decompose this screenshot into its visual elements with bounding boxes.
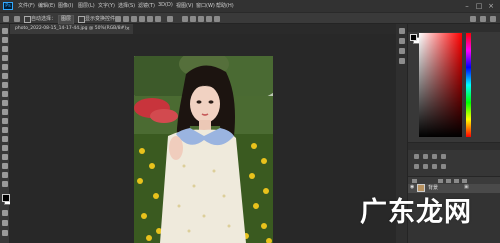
quick-select-tool-icon[interactable] <box>2 55 8 61</box>
layer-name: 背景 <box>428 185 439 191</box>
menu-edit[interactable]: 编辑(E) <box>38 2 55 9</box>
history-panel-icon[interactable] <box>399 28 405 34</box>
healing-brush-tool-icon[interactable] <box>2 91 8 97</box>
document-tab[interactable]: photo_2022-08-15_14-17-44.jpg @ 50%(RGB/… <box>10 24 133 34</box>
align-left-icon[interactable] <box>115 16 121 22</box>
menu-bar: Ps 文件(F) 编辑(E) 图像(I) 图层(L) 文字(Y) 选择(S) 滤… <box>0 0 500 12</box>
history-brush-tool-icon[interactable] <box>2 118 8 124</box>
color-saturation-field[interactable] <box>419 33 462 137</box>
adjustments-panel-header[interactable] <box>408 143 500 150</box>
menu-filter[interactable]: 滤镜(T) <box>138 2 155 9</box>
auto-select-label: 自动选择： <box>31 16 57 22</box>
close-window-button[interactable]: × <box>486 2 496 10</box>
menu-window[interactable]: 窗口(W) <box>196 2 215 9</box>
move-tool-icon[interactable] <box>14 16 20 22</box>
lock-icon[interactable]: ▣ <box>464 184 470 190</box>
exposure-icon[interactable] <box>441 154 446 159</box>
maximize-button[interactable]: □ <box>474 2 484 10</box>
pan-3d-icon[interactable] <box>206 16 212 22</box>
dodge-tool-icon[interactable] <box>2 154 8 160</box>
lasso-tool-icon[interactable] <box>2 46 8 52</box>
properties-panel-icon[interactable] <box>399 38 405 44</box>
options-bar: 自动选择： 图层 显示变换控件 <box>0 12 500 25</box>
brush-panel-icon[interactable] <box>399 48 405 54</box>
menu-3d[interactable]: 3D(D) <box>158 2 173 8</box>
document-tab-bar: photo_2022-08-15_14-17-44.jpg @ 50%(RGB/… <box>10 24 396 34</box>
close-tab-icon[interactable]: × <box>126 24 130 34</box>
quick-mask-icon[interactable] <box>2 210 8 216</box>
character-panel-icon[interactable] <box>399 58 405 64</box>
marquee-tool-icon[interactable] <box>2 37 8 43</box>
pen-tool-icon[interactable] <box>2 163 8 169</box>
menu-image[interactable]: 图像(I) <box>58 2 73 9</box>
roll-3d-icon[interactable] <box>198 16 204 22</box>
menu-view[interactable]: 视图(V) <box>176 2 193 9</box>
clone-stamp-tool-icon[interactable] <box>2 109 8 115</box>
type-tool-icon[interactable] <box>2 172 8 178</box>
app-logo-icon: Ps <box>3 2 13 10</box>
hue-slider[interactable] <box>466 33 471 137</box>
tools-panel <box>0 24 12 243</box>
watermark: 广东龙网 <box>360 197 472 228</box>
eyedropper-tool-icon[interactable] <box>2 82 8 88</box>
align-top-icon[interactable] <box>139 16 145 22</box>
menu-select[interactable]: 选择(S) <box>118 2 135 9</box>
align-right-icon[interactable] <box>131 16 137 22</box>
3d-mode-icon[interactable] <box>182 16 188 22</box>
align-bottom-icon[interactable] <box>155 16 161 22</box>
path-select-tool-icon[interactable] <box>2 181 8 187</box>
layer-thumbnail <box>417 184 425 192</box>
screen-mode-icon[interactable] <box>2 220 8 226</box>
frame-tool-icon[interactable] <box>2 73 8 79</box>
show-transform-checkbox[interactable] <box>78 16 85 23</box>
crop-tool-icon[interactable] <box>2 64 8 70</box>
menu-help[interactable]: 帮助(H) <box>216 2 234 9</box>
levels-icon[interactable] <box>423 154 428 159</box>
eye-icon[interactable]: ◉ <box>410 185 416 190</box>
gradient-tool-icon[interactable] <box>2 136 8 142</box>
home-icon[interactable] <box>3 16 9 22</box>
black-white-icon[interactable] <box>441 164 446 169</box>
menu-layer[interactable]: 图层(L) <box>78 2 95 9</box>
share-icon[interactable] <box>490 16 496 22</box>
curves-icon[interactable] <box>432 154 437 159</box>
document-tab-title: photo_2022-08-15_14-17-44.jpg @ 50%(RGB/… <box>15 26 127 31</box>
adjustments-panel <box>408 142 500 176</box>
search-icon[interactable] <box>470 16 476 22</box>
foreground-color-swatch[interactable] <box>2 194 10 202</box>
menu-file[interactable]: 文件(F) <box>18 2 35 9</box>
auto-select-checkbox[interactable] <box>24 16 31 23</box>
workspace-icon[interactable] <box>480 16 486 22</box>
blur-tool-icon[interactable] <box>2 145 8 151</box>
rotate-3d-icon[interactable] <box>190 16 196 22</box>
color-panel-header[interactable] <box>408 24 500 32</box>
brush-tool-icon[interactable] <box>2 100 8 106</box>
move-tool-icon[interactable] <box>2 28 8 34</box>
eraser-tool-icon[interactable] <box>2 127 8 133</box>
slide-3d-icon[interactable] <box>214 16 220 22</box>
color-panel-foreground-swatch[interactable] <box>410 34 417 41</box>
hue-saturation-icon[interactable] <box>423 164 428 169</box>
minimize-button[interactable]: – <box>462 2 472 10</box>
more-options-icon[interactable] <box>167 16 173 22</box>
menu-type[interactable]: 文字(Y) <box>98 2 115 9</box>
document-photo[interactable] <box>134 56 273 243</box>
align-center-icon[interactable] <box>123 16 129 22</box>
show-transform-label: 显示变换控件 <box>85 16 116 22</box>
vibrance-icon[interactable] <box>414 164 419 169</box>
color-balance-icon[interactable] <box>432 164 437 169</box>
more-tools-icon[interactable] <box>2 230 8 236</box>
align-middle-icon[interactable] <box>147 16 153 22</box>
brightness-icon[interactable] <box>414 154 419 159</box>
photo-image <box>134 56 273 243</box>
